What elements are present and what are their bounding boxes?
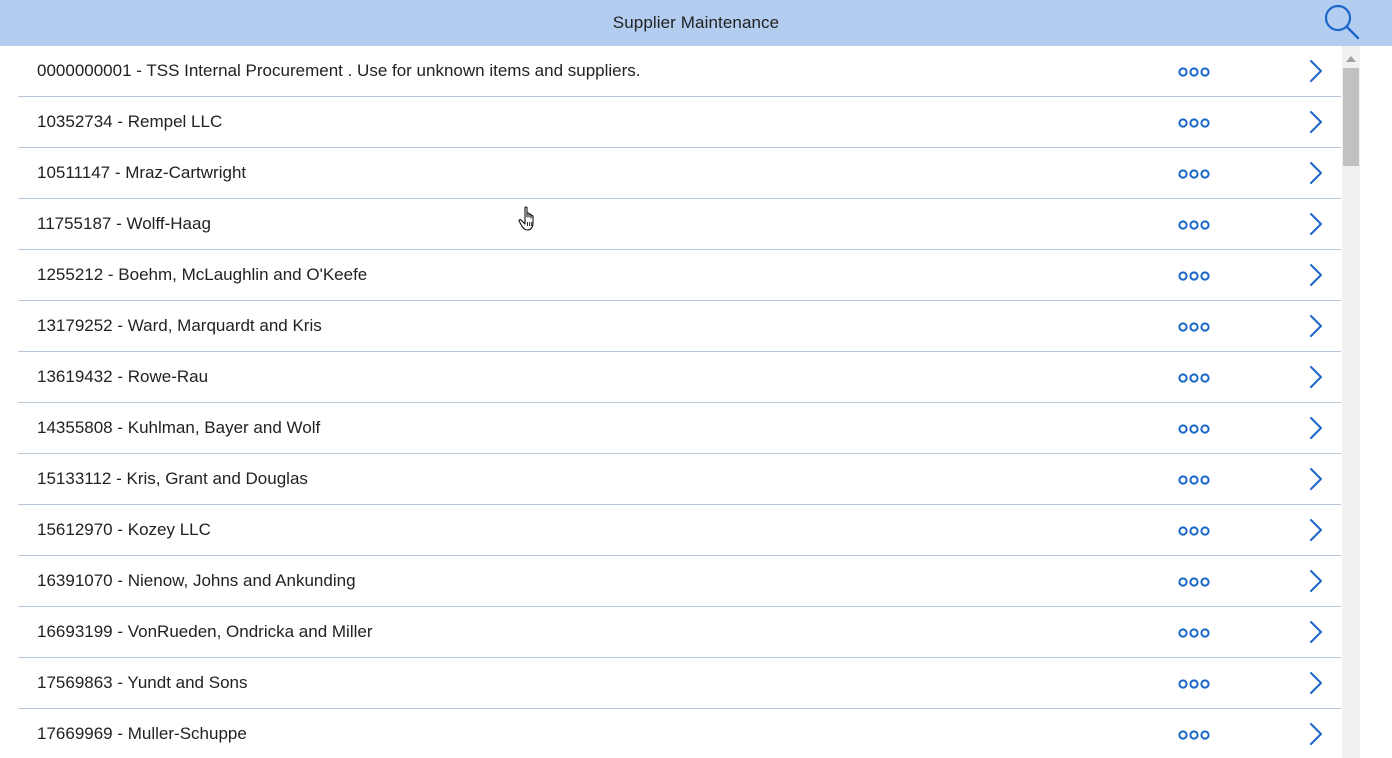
chevron-right-icon: [1310, 723, 1322, 745]
chevron-right-icon: [1310, 621, 1322, 643]
supplier-row[interactable]: 14355808 - Kuhlman, Bayer and Wolf: [18, 403, 1341, 454]
more-options-icon: [1178, 271, 1210, 281]
more-options-button[interactable]: [1177, 62, 1213, 82]
supplier-row[interactable]: 11755187 - Wolff-Haag: [18, 199, 1341, 250]
supplier-label: 16693199 - VonRueden, Ondricka and Mille…: [37, 622, 373, 641]
more-options-icon: [1178, 628, 1210, 638]
chevron-right-icon: [1310, 570, 1322, 592]
chevron-right-icon: [1310, 519, 1322, 541]
more-options-icon: [1178, 730, 1210, 740]
supplier-row[interactable]: 15133112 - Kris, Grant and Douglas: [18, 454, 1341, 505]
supplier-label: 15133112 - Kris, Grant and Douglas: [37, 469, 308, 488]
more-options-icon: [1178, 118, 1210, 128]
open-supplier-button[interactable]: [1304, 109, 1328, 135]
more-options-button[interactable]: [1177, 674, 1213, 694]
supplier-label: 10511147 - Mraz-Cartwright: [37, 163, 247, 182]
chevron-right-icon: [1310, 417, 1322, 439]
supplier-row[interactable]: 17669969 - Muller-Schuppe: [18, 709, 1341, 758]
more-options-button[interactable]: [1177, 623, 1213, 643]
supplier-row[interactable]: 13619432 - Rowe-Rau: [18, 352, 1341, 403]
supplier-row[interactable]: 15612970 - Kozey LLC: [18, 505, 1341, 556]
supplier-row[interactable]: 10511147 - Mraz-Cartwright: [18, 148, 1341, 199]
open-supplier-button[interactable]: [1304, 568, 1328, 594]
more-options-button[interactable]: [1177, 164, 1213, 184]
open-supplier-button[interactable]: [1304, 721, 1328, 747]
supplier-label: 17569863 - Yundt and Sons: [37, 673, 248, 692]
open-supplier-button[interactable]: [1304, 58, 1328, 84]
more-options-icon: [1178, 373, 1210, 383]
search-icon: [1324, 4, 1360, 40]
supplier-row[interactable]: 16693199 - VonRueden, Ondricka and Mille…: [18, 607, 1341, 658]
supplier-maintenance-app: Supplier Maintenance 0000000001 - TSS In…: [0, 0, 1392, 758]
vertical-scrollbar[interactable]: [1342, 46, 1360, 758]
search-button[interactable]: [1322, 2, 1362, 42]
supplier-label: 13619432 - Rowe-Rau: [37, 367, 209, 386]
chevron-right-icon: [1310, 60, 1322, 82]
more-options-button[interactable]: [1177, 419, 1213, 439]
more-options-icon: [1178, 67, 1210, 77]
scroll-up-arrow-icon: [1346, 56, 1356, 62]
supplier-label: 13179252 - Ward, Marquardt and Kris: [37, 316, 322, 335]
supplier-row[interactable]: 16391070 - Nienow, Johns and Ankunding: [18, 556, 1341, 607]
supplier-row[interactable]: 17569863 - Yundt and Sons: [18, 658, 1341, 709]
page-title: Supplier Maintenance: [612, 13, 780, 32]
supplier-label: 16391070 - Nienow, Johns and Ankunding: [37, 571, 356, 590]
more-options-button[interactable]: [1177, 725, 1213, 745]
supplier-label: 11755187 - Wolff-Haag: [37, 214, 211, 233]
supplier-list: 0000000001 - TSS Internal Procurement . …: [18, 46, 1341, 758]
more-options-icon: [1178, 169, 1210, 179]
more-options-icon: [1178, 475, 1210, 485]
open-supplier-button[interactable]: [1304, 364, 1328, 390]
more-options-icon: [1178, 220, 1210, 230]
open-supplier-button[interactable]: [1304, 619, 1328, 645]
chevron-right-icon: [1310, 162, 1322, 184]
chevron-right-icon: [1310, 111, 1322, 133]
more-options-button[interactable]: [1177, 521, 1213, 541]
chevron-right-icon: [1310, 366, 1322, 388]
more-options-button[interactable]: [1177, 266, 1213, 286]
supplier-label: 1255212 - Boehm, McLaughlin and O'Keefe: [37, 265, 368, 284]
header-bar: Supplier Maintenance: [0, 0, 1392, 46]
open-supplier-button[interactable]: [1304, 160, 1328, 186]
more-options-icon: [1178, 526, 1210, 536]
scroll-up-button[interactable]: [1342, 52, 1360, 66]
open-supplier-button[interactable]: [1304, 415, 1328, 441]
supplier-row[interactable]: 1255212 - Boehm, McLaughlin and O'Keefe: [18, 250, 1341, 301]
more-options-button[interactable]: [1177, 113, 1213, 133]
supplier-row[interactable]: 10352734 - Rempel LLC: [18, 97, 1341, 148]
chevron-right-icon: [1310, 213, 1322, 235]
supplier-label: 14355808 - Kuhlman, Bayer and Wolf: [37, 418, 321, 437]
more-options-icon: [1178, 424, 1210, 434]
more-options-icon: [1178, 679, 1210, 689]
chevron-right-icon: [1310, 315, 1322, 337]
supplier-row[interactable]: 0000000001 - TSS Internal Procurement . …: [18, 46, 1341, 97]
more-options-icon: [1178, 322, 1210, 332]
chevron-right-icon: [1310, 672, 1322, 694]
open-supplier-button[interactable]: [1304, 313, 1328, 339]
chevron-right-icon: [1310, 468, 1322, 490]
open-supplier-button[interactable]: [1304, 670, 1328, 696]
scrollbar-thumb[interactable]: [1343, 68, 1359, 166]
supplier-label: 10352734 - Rempel LLC: [37, 112, 223, 131]
more-options-button[interactable]: [1177, 572, 1213, 592]
open-supplier-button[interactable]: [1304, 262, 1328, 288]
supplier-row[interactable]: 13179252 - Ward, Marquardt and Kris: [18, 301, 1341, 352]
supplier-label: 17669969 - Muller-Schuppe: [37, 724, 247, 743]
more-options-button[interactable]: [1177, 368, 1213, 388]
open-supplier-button[interactable]: [1304, 211, 1328, 237]
supplier-label: 15612970 - Kozey LLC: [37, 520, 211, 539]
more-options-button[interactable]: [1177, 215, 1213, 235]
chevron-right-icon: [1310, 264, 1322, 286]
open-supplier-button[interactable]: [1304, 466, 1328, 492]
more-options-button[interactable]: [1177, 317, 1213, 337]
supplier-label: 0000000001 - TSS Internal Procurement . …: [37, 61, 641, 80]
more-options-icon: [1178, 577, 1210, 587]
more-options-button[interactable]: [1177, 470, 1213, 490]
open-supplier-button[interactable]: [1304, 517, 1328, 543]
